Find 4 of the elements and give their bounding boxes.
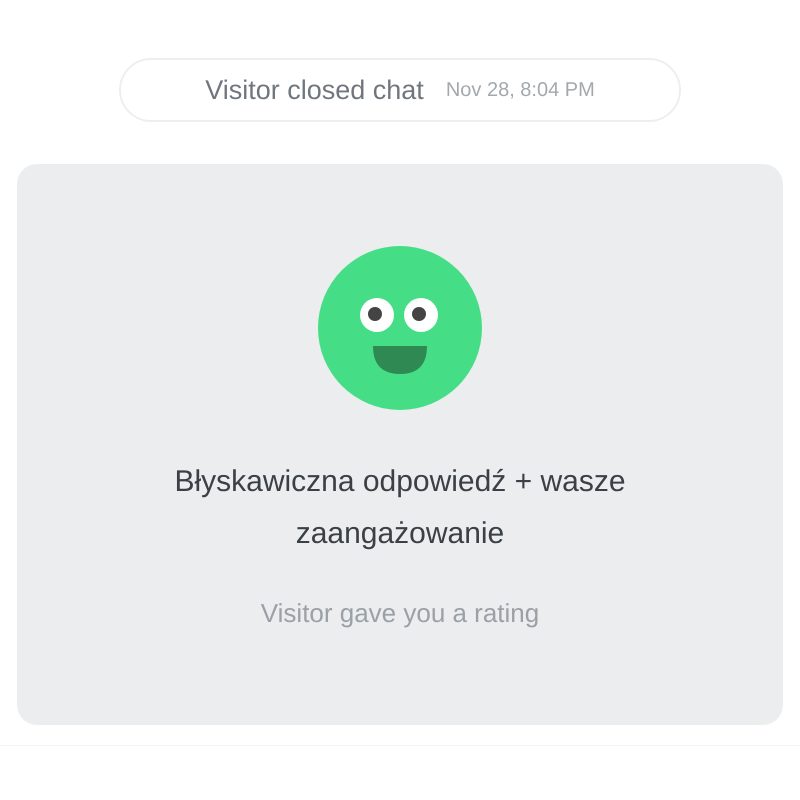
rating-title: Błyskawiczna odpowiedź + wasze zaangażowanie: [173, 464, 627, 552]
event-text: Visitor closed chat: [205, 74, 424, 106]
rating-caption: Visitor gave you a rating: [260, 598, 540, 629]
event-time: Nov 28, 8:04 PM: [446, 78, 595, 102]
